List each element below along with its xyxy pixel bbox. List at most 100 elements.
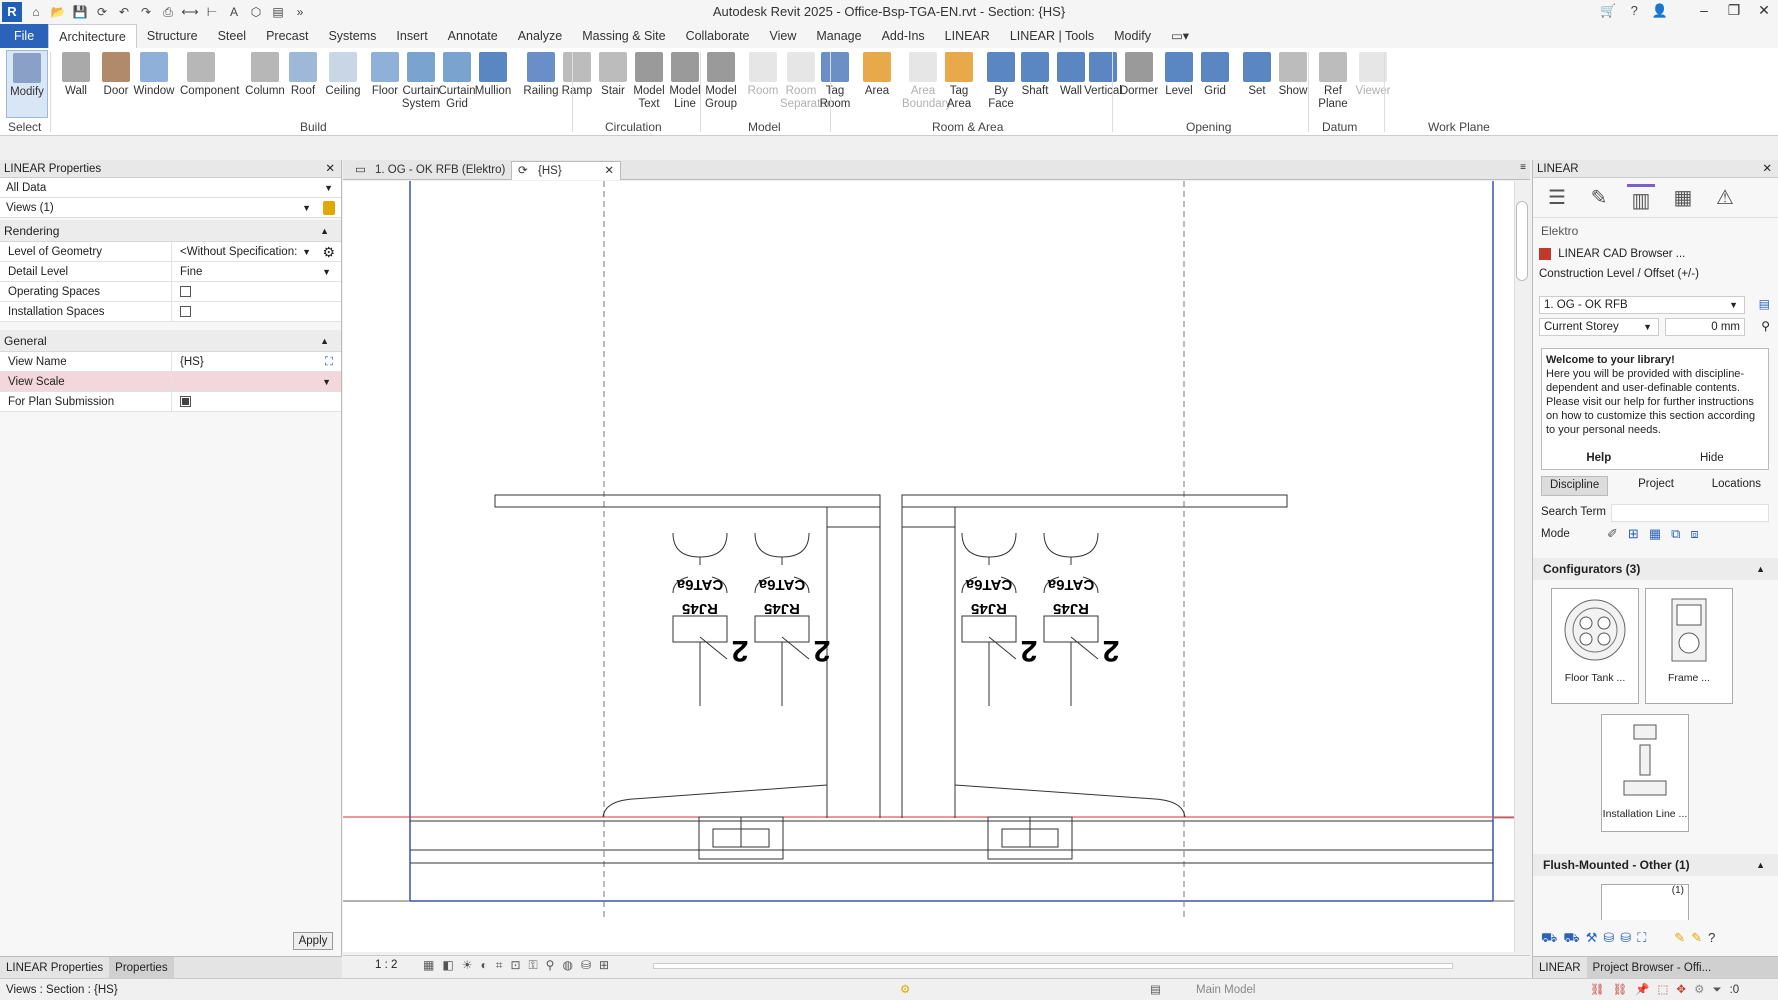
tab-precast[interactable]: Precast (256, 24, 318, 48)
ribbon-options-icon[interactable]: ▭▾ (1161, 24, 1199, 48)
vertical-scrollbar[interactable] (1514, 181, 1530, 952)
tab-massing-site[interactable]: Massing & Site (572, 24, 675, 48)
installation-spaces-checkbox[interactable] (180, 306, 191, 317)
ribbon-button-room-18[interactable]: Room (742, 50, 784, 118)
ribbon-button-area-21[interactable]: Area (856, 50, 898, 118)
dimension-icon[interactable]: ⊢ (202, 3, 222, 21)
close-icon[interactable]: ✕ (325, 160, 335, 178)
cad-browser-link[interactable]: LINEAR CAD Browser ... (1533, 244, 1778, 264)
tool-g-icon[interactable]: ✎ (1674, 930, 1685, 948)
tab-file[interactable]: File (0, 24, 49, 48)
operating-spaces-checkbox[interactable] (180, 286, 191, 297)
prop-installation-spaces[interactable]: Installation Spaces (0, 302, 341, 322)
tab-modify[interactable]: Modify (1104, 24, 1161, 48)
select-by-face-icon[interactable]: ⬚ (1658, 979, 1669, 1000)
tab-locations[interactable]: Locations (1704, 476, 1769, 496)
tab-manage[interactable]: Manage (806, 24, 871, 48)
tab-steel[interactable]: Steel (208, 24, 257, 48)
tab-systems[interactable]: Systems (318, 24, 386, 48)
ribbon-button-modify-0[interactable]: Modify (6, 50, 48, 118)
level-select[interactable]: 1. OG - OK RFB ▼ (1539, 296, 1745, 314)
visual-style-icon[interactable]: ◧ (442, 958, 453, 973)
sun-path-icon[interactable]: ☀ (462, 958, 473, 973)
ribbon-button-tag-room-20[interactable]: Tag Room (814, 50, 856, 118)
tab-collaborate[interactable]: Collaborate (676, 24, 760, 48)
prop-value[interactable]: <Without Specification: ▼ ⚙ (172, 242, 341, 261)
view-selector[interactable]: Views (1) ▼ (0, 198, 341, 218)
analytical-model-icon[interactable]: ⊞ (599, 958, 609, 973)
tab-architecture[interactable]: Architecture (48, 24, 137, 48)
3d-view-icon[interactable]: ⬡ (246, 3, 266, 21)
ribbon-button-viewer-34[interactable]: Viewer (1352, 50, 1394, 118)
tab-annotate[interactable]: Annotate (438, 24, 508, 48)
tab-view[interactable]: View (760, 24, 807, 48)
library-icon[interactable]: ▥ (1627, 183, 1655, 212)
ribbon-button-grid-30[interactable]: Grid (1194, 50, 1236, 118)
tab-insert[interactable]: Insert (386, 24, 437, 48)
background-process-icon[interactable]: ⚙ (1694, 979, 1704, 1000)
prop-value[interactable]: Fine ▼ (172, 262, 341, 281)
hide-button[interactable]: Hide (1700, 451, 1724, 465)
tab-menu-icon[interactable]: ≡ (1520, 162, 1526, 173)
tool-c-icon[interactable]: ⚒ (1586, 930, 1598, 948)
account-icon[interactable]: 👤 (1652, 3, 1668, 19)
flush-mounted-header[interactable]: Flush-Mounted - Other (1) ▲ (1533, 854, 1778, 876)
ribbon-group-room-area[interactable]: Room & Area (932, 120, 1003, 134)
sync-icon[interactable]: ⟳ (92, 3, 112, 21)
temporary-hide-icon[interactable]: ⚲ (546, 958, 555, 973)
home-icon[interactable]: ⌂ (26, 3, 46, 21)
tab-floor-plan[interactable]: ▭ 1. OG - OK RFB (Elektro) (349, 161, 509, 180)
restore-icon[interactable]: ❐ (1724, 2, 1744, 19)
shadows-icon[interactable]: ◐ (480, 958, 487, 973)
prop-level-of-geometry[interactable]: Level of Geometry <Without Specification… (0, 242, 341, 262)
open-icon[interactable]: 📂 (48, 3, 68, 21)
ribbon-button-component-4[interactable]: Component (180, 50, 239, 118)
gear-icon[interactable]: ⚙ (322, 242, 335, 262)
ribbon-button-dormer-28[interactable]: Dormer (1118, 50, 1160, 118)
reveal-hidden-icon[interactable]: ◍ (562, 958, 572, 973)
prop-operating-spaces[interactable]: Operating Spaces (0, 282, 341, 302)
ribbon-button-model-group-17[interactable]: Model Group (700, 50, 742, 118)
detail-level-icon[interactable]: ▦ (423, 958, 434, 973)
tool-f-icon[interactable]: ⛶ (1637, 930, 1646, 948)
help-button[interactable]: Help (1586, 451, 1611, 465)
prop-for-plan-submission[interactable]: For Plan Submission (0, 392, 341, 412)
show-crop-region-icon[interactable]: ⊡ (510, 958, 520, 973)
help-icon[interactable]: ? (1631, 3, 1638, 19)
calculator-icon[interactable]: ▦ (1669, 184, 1697, 212)
edit-icon[interactable]: ✎ (1585, 184, 1613, 212)
text-icon[interactable]: A (224, 3, 244, 21)
pick-offset-icon[interactable]: ⚲ (1761, 319, 1770, 333)
configurators-header[interactable]: Configurators (3) ▲ (1533, 558, 1778, 580)
horizontal-scrollbar[interactable] (653, 963, 1453, 969)
drawing-canvas[interactable]: CAT6a RJ45 2 CAT6a RJ45 2 CAT6a RJ45 2 CAT6a RJ45 2 (343, 181, 1530, 952)
card-installation-line[interactable]: Installation Line ... (1601, 714, 1689, 832)
ribbon-group-select[interactable]: Select (8, 120, 41, 134)
tool-a-icon[interactable]: ⛟ (1541, 930, 1557, 948)
menu-icon[interactable]: ☰ (1543, 184, 1571, 212)
help-icon[interactable]: ? (1708, 930, 1715, 948)
ribbon-button-window-3[interactable]: Window (133, 50, 175, 118)
filter-icon[interactable]: ⏷ (1712, 979, 1721, 1000)
close-icon[interactable]: ✕ (1754, 2, 1774, 19)
prop-view-scale[interactable]: View Scale ▼ (0, 372, 341, 392)
prop-value[interactable]: ▼ (172, 372, 341, 391)
ribbon-button-ceiling-7[interactable]: Ceiling (322, 50, 364, 118)
print-icon[interactable]: ⎙ (158, 3, 178, 21)
search-input[interactable] (1611, 504, 1769, 522)
ribbon-button-tag-area-23[interactable]: Tag Area (938, 50, 980, 118)
more-icon[interactable]: » (290, 3, 310, 21)
view-scale-value[interactable]: 1 : 2 (375, 959, 397, 971)
edit-name-icon[interactable]: ⛶ (325, 352, 333, 372)
select-pinned-icon[interactable]: 📌 (1635, 979, 1649, 1000)
section-general[interactable]: General ▲ (0, 330, 341, 352)
tab-linear[interactable]: LINEAR (935, 24, 1000, 48)
section-rendering[interactable]: Rendering ▲ (0, 220, 341, 242)
storey-select[interactable]: Current Storey ▼ (1539, 318, 1659, 336)
ribbon-button-ref-plane-33[interactable]: Ref Plane (1312, 50, 1354, 118)
tab-project-browser[interactable]: Project Browser - Offi... (1586, 957, 1778, 978)
select-links-icon[interactable]: ⛓ (1590, 979, 1605, 1000)
ribbon-button-wall-1[interactable]: Wall (55, 50, 97, 118)
navigation-bar[interactable] (1516, 201, 1528, 281)
unlock-3d-icon[interactable]: ⚿ (529, 958, 538, 973)
